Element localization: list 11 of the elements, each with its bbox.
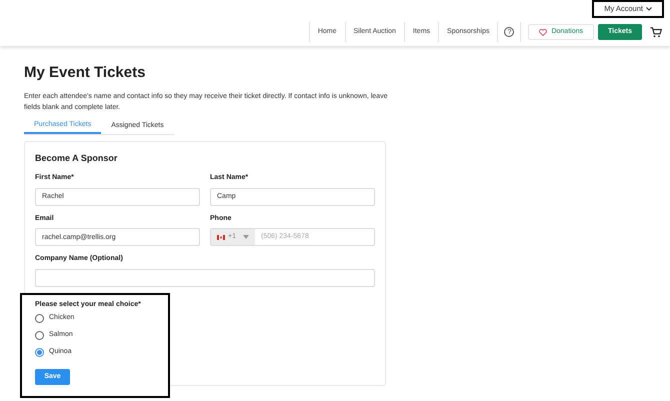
caret-icon — [242, 235, 249, 239]
radio-button[interactable] — [35, 331, 44, 340]
chevron-down-icon — [646, 7, 652, 11]
radio-button[interactable] — [35, 348, 44, 357]
flag-icon — [217, 234, 225, 240]
page-title: My Event Tickets — [24, 63, 146, 83]
cart-icon[interactable] — [650, 26, 662, 38]
input-field[interactable] — [35, 268, 375, 286]
heart-icon — [539, 28, 548, 36]
card-title: Become A Sponsor — [35, 152, 118, 165]
radio-button[interactable] — [35, 314, 44, 323]
